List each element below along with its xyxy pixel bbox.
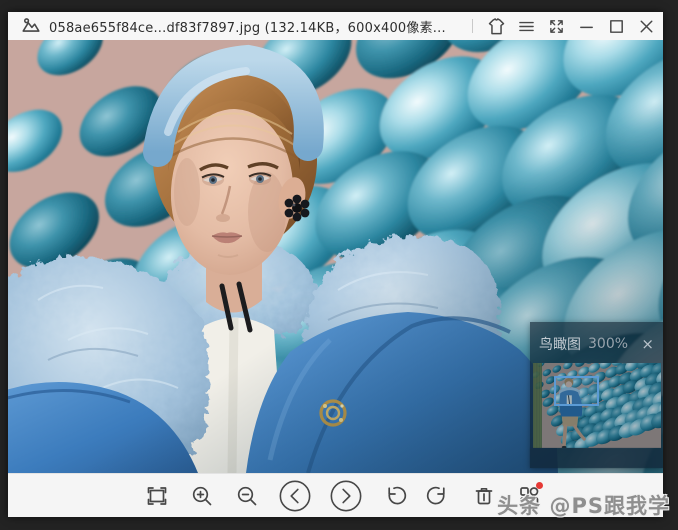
photo-app-icon (20, 15, 42, 37)
rotate-ccw-icon (381, 483, 407, 509)
overview-viewport-rect[interactable] (554, 376, 599, 406)
frame-icon (144, 483, 170, 509)
close-button[interactable] (632, 13, 660, 39)
maximize-icon (606, 16, 627, 37)
zoom-out-button[interactable] (232, 478, 262, 514)
minimize-icon (576, 16, 597, 37)
overview-close-button[interactable]: × (640, 337, 655, 352)
zoom-in-icon (189, 483, 215, 509)
hamburger-icon (516, 16, 537, 37)
rotate-left-button[interactable] (379, 478, 409, 514)
delete-button[interactable] (469, 478, 499, 514)
photo-canvas[interactable]: 鸟瞰图 300% × (8, 40, 663, 473)
tshirt-icon (486, 16, 507, 37)
previous-image-button[interactable] (277, 478, 313, 514)
overview-panel: 鸟瞰图 300% × (530, 322, 663, 468)
more-apps-button[interactable] (514, 478, 544, 514)
menu-button[interactable] (512, 13, 540, 39)
notification-badge (536, 482, 543, 489)
expand-arrows-icon (546, 16, 567, 37)
zoom-out-icon (234, 483, 260, 509)
chevron-left-circle-icon (278, 479, 312, 513)
image-viewer-window: 058ae655f84ce...df83f7897.jpg (132.14KB，… (8, 12, 663, 517)
overview-zoom-level: 300% (588, 336, 640, 352)
skin-button[interactable] (482, 13, 510, 39)
overview-title: 鸟瞰图 (539, 334, 581, 354)
overview-header: 鸟瞰图 300% × (530, 322, 663, 360)
maximize-button[interactable] (602, 13, 630, 39)
window-title: 058ae655f84ce...df83f7897.jpg (132.14KB，… (49, 17, 468, 36)
chevron-right-circle-icon (329, 479, 363, 513)
next-image-button[interactable] (328, 478, 364, 514)
close-icon (636, 16, 657, 37)
zoom-in-button[interactable] (187, 478, 217, 514)
fullscreen-button[interactable] (542, 13, 570, 39)
overview-thumbnail[interactable] (533, 363, 661, 448)
rotate-cw-icon (426, 483, 452, 509)
titlebar-controls (468, 13, 661, 39)
minimize-button[interactable] (572, 13, 600, 39)
trash-icon (471, 483, 497, 509)
titlebar-divider (472, 19, 473, 33)
titlebar[interactable]: 058ae655f84ce...df83f7897.jpg (132.14KB，… (8, 12, 663, 40)
actual-size-button[interactable] (142, 478, 172, 514)
toolbar (8, 473, 663, 517)
overview-footer (530, 448, 663, 468)
rotate-right-button[interactable] (424, 478, 454, 514)
